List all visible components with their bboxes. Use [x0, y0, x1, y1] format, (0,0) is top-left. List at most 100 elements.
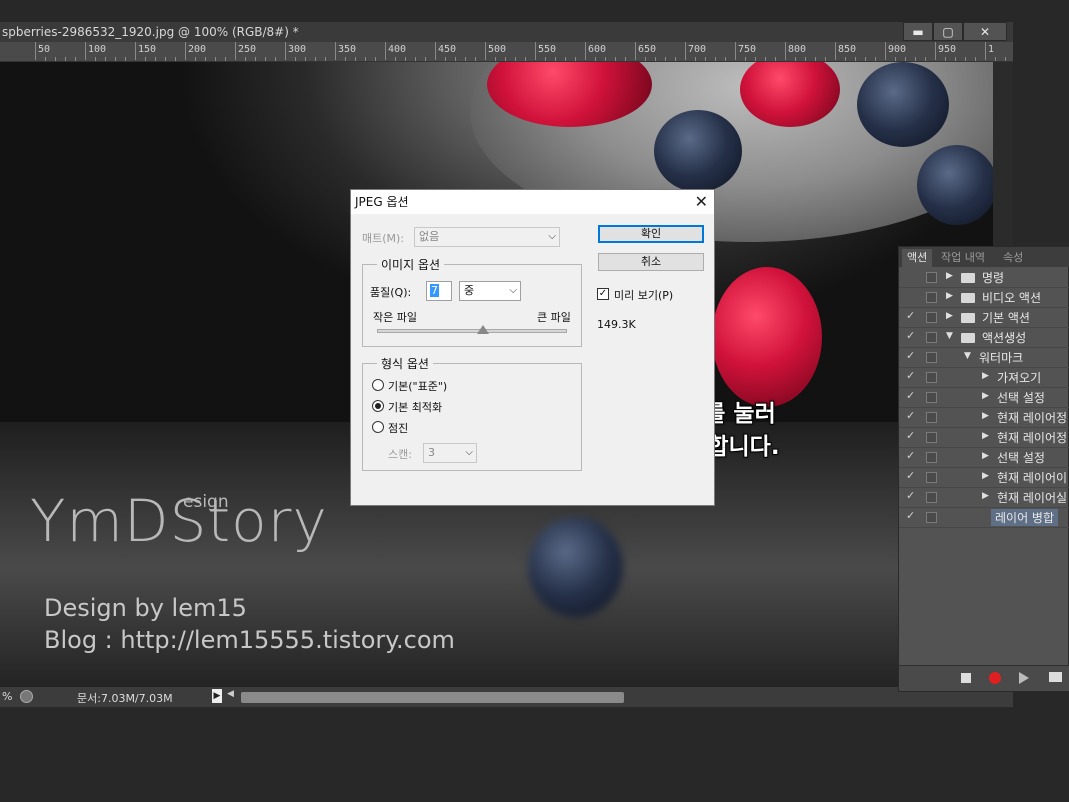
- ruler-minor-tick: [625, 57, 626, 61]
- format-optimized-radio[interactable]: [372, 400, 384, 412]
- toggle-check-icon[interactable]: ✓: [906, 329, 916, 342]
- scans-select[interactable]: 3 ⌵: [423, 443, 477, 463]
- collapsed-icon[interactable]: ▶: [982, 471, 989, 481]
- action-row[interactable]: ✓ 레이어 병합: [899, 508, 1069, 528]
- quality-input[interactable]: 7: [426, 281, 452, 301]
- action-row[interactable]: ✓ ▶ 현재 레이어이: [899, 468, 1069, 488]
- close-icon[interactable]: ✕: [695, 192, 708, 212]
- close-button[interactable]: ✕: [963, 22, 1007, 41]
- action-row[interactable]: ✓ ▼ 액션생성: [899, 328, 1069, 348]
- format-options-legend: 형식 옵션: [377, 355, 433, 372]
- toggle-check-icon[interactable]: ✓: [906, 449, 916, 462]
- collapsed-icon[interactable]: ▶: [982, 391, 989, 401]
- action-row[interactable]: ✓ ▶ 현재 레이어실: [899, 488, 1069, 508]
- ruler-minor-tick: [265, 57, 266, 61]
- ruler-minor-tick: [515, 57, 516, 61]
- zoom-level[interactable]: %: [2, 690, 12, 703]
- quality-slider[interactable]: [377, 325, 567, 334]
- maximize-button[interactable]: ▢: [933, 22, 963, 41]
- ruler-minor-tick: [255, 57, 256, 61]
- status-menu-arrow-icon[interactable]: ▶: [212, 689, 222, 703]
- matte-select[interactable]: 없음 ⌵: [414, 227, 560, 247]
- toggle-check-icon[interactable]: ✓: [906, 349, 916, 362]
- toggle-check-icon[interactable]: ✓: [906, 389, 916, 402]
- quality-preset-select[interactable]: 중 ⌵: [459, 281, 521, 301]
- ruler-minor-tick: [555, 57, 556, 61]
- blueberry: [857, 62, 949, 147]
- action-row[interactable]: ✓ ▶ 현재 레이어정: [899, 428, 1069, 448]
- action-row[interactable]: ✓ ▶ 가져오기: [899, 368, 1069, 388]
- document-size: 문서:7.03M/7.03M: [77, 692, 173, 705]
- ruler-minor-tick: [855, 57, 856, 61]
- quality-slider-thumb[interactable]: [476, 325, 489, 334]
- folder-icon[interactable]: [1049, 672, 1062, 682]
- tab-properties[interactable]: 속성: [998, 249, 1028, 267]
- action-row[interactable]: ▶ 비디오 액션: [899, 288, 1069, 308]
- toggle-check-icon[interactable]: ✓: [906, 369, 916, 382]
- toggle-check-icon[interactable]: ✓: [906, 409, 916, 422]
- expanded-icon[interactable]: ▼: [964, 351, 971, 361]
- toggle-check-icon[interactable]: ✓: [906, 309, 916, 322]
- format-options-group: 형식 옵션 기본("표준") 기본 최적화 점진 스캔: 3 ⌵: [362, 355, 582, 471]
- ruler-minor-tick: [805, 57, 806, 61]
- action-row[interactable]: ✓ ▶ 기본 액션: [899, 308, 1069, 328]
- collapsed-icon[interactable]: ▶: [982, 431, 989, 441]
- play-icon[interactable]: [1019, 672, 1029, 684]
- ok-button[interactable]: 확인: [598, 225, 704, 243]
- dialog-toggle-box[interactable]: [926, 352, 937, 363]
- action-label: 비디오 액션: [982, 291, 1042, 305]
- ruler-minor-tick: [65, 57, 66, 61]
- dialog-toggle-box[interactable]: [926, 372, 937, 383]
- dialog-toggle-box[interactable]: [926, 312, 937, 323]
- matte-value: 없음: [419, 230, 440, 243]
- action-row[interactable]: ✓ ▶ 현재 레이어정: [899, 408, 1069, 428]
- minimize-button[interactable]: ▬: [903, 22, 933, 41]
- dialog-toggle-box[interactable]: [926, 492, 937, 503]
- ruler-tick-label: 350: [334, 42, 357, 60]
- action-row[interactable]: ✓ ▶ 선택 설정: [899, 388, 1069, 408]
- stop-icon[interactable]: [961, 673, 971, 683]
- preview-checkbox[interactable]: ✓: [597, 288, 609, 300]
- ruler-minor-tick: [845, 57, 846, 61]
- expanded-icon[interactable]: ▼: [946, 331, 953, 341]
- cancel-button[interactable]: 취소: [598, 253, 704, 271]
- ruler-minor-tick: [575, 57, 576, 61]
- toggle-check-icon[interactable]: ✓: [906, 489, 916, 502]
- share-icon[interactable]: [20, 690, 33, 703]
- actions-panel: 액션 작업 내역 속성 ▶ 명령 ▶ 비디오 액션 ✓ ▶ 기본 액션 ✓ ▼ 액션생성 ✓ ▼ 워터마…: [898, 246, 1069, 692]
- collapsed-icon[interactable]: ▶: [946, 311, 953, 321]
- collapsed-icon[interactable]: ▶: [982, 371, 989, 381]
- toggle-check-icon[interactable]: ✓: [906, 509, 916, 522]
- dialog-toggle-box[interactable]: [926, 472, 937, 483]
- ruler-minor-tick: [305, 57, 306, 61]
- action-row[interactable]: ✓ ▼ 워터마크: [899, 348, 1069, 368]
- toggle-check-icon[interactable]: ✓: [906, 469, 916, 482]
- tab-history[interactable]: 작업 내역: [936, 249, 990, 267]
- collapsed-icon[interactable]: ▶: [982, 491, 989, 501]
- dialog-toggle-box[interactable]: [926, 392, 937, 403]
- ruler-minor-tick: [165, 57, 166, 61]
- collapsed-icon[interactable]: ▶: [946, 291, 953, 301]
- dialog-toggle-box[interactable]: [926, 432, 937, 443]
- dialog-toggle-box[interactable]: [926, 332, 937, 343]
- dialog-toggle-box[interactable]: [926, 452, 937, 463]
- action-row[interactable]: ▶ 명령: [899, 268, 1069, 288]
- dialog-toggle-box[interactable]: [926, 412, 937, 423]
- record-icon[interactable]: [989, 672, 1001, 684]
- format-progressive-radio[interactable]: [372, 421, 384, 433]
- dialog-toggle-box[interactable]: [926, 272, 937, 283]
- dialog-toggle-box[interactable]: [926, 292, 937, 303]
- toggle-check-icon[interactable]: ✓: [906, 429, 916, 442]
- collapsed-icon[interactable]: ▶: [982, 451, 989, 461]
- collapsed-icon[interactable]: ▶: [982, 411, 989, 421]
- dialog-toggle-box[interactable]: [926, 512, 937, 523]
- ruler-minor-tick: [175, 57, 176, 61]
- collapsed-icon[interactable]: ▶: [946, 271, 953, 281]
- tab-actions[interactable]: 액션: [902, 249, 933, 267]
- horizontal-scrollbar[interactable]: [241, 692, 624, 703]
- ruler-minor-tick: [675, 57, 676, 61]
- raspberry: [712, 267, 822, 407]
- action-row[interactable]: ✓ ▶ 선택 설정: [899, 448, 1069, 468]
- scroll-left-icon[interactable]: ◀: [227, 689, 234, 699]
- format-baseline-radio[interactable]: [372, 379, 384, 391]
